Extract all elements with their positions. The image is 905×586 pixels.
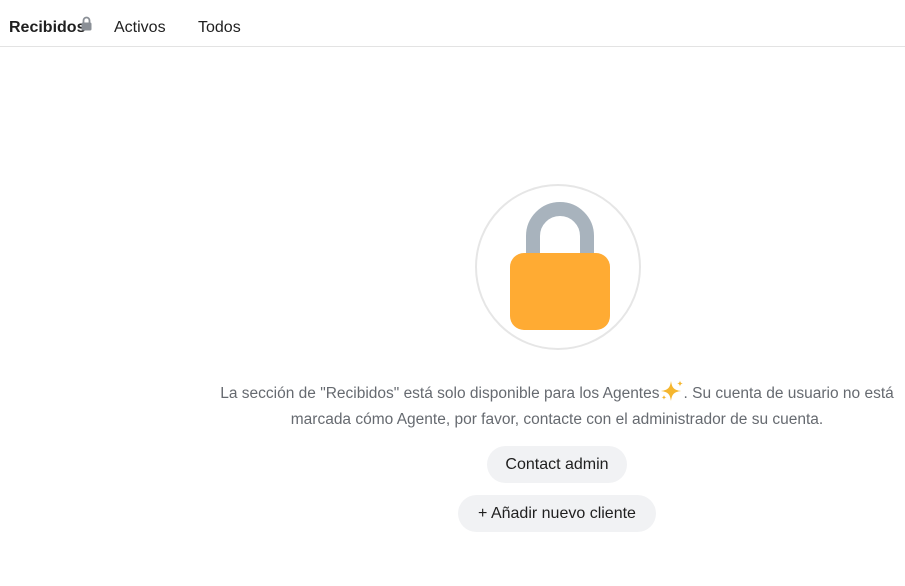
contact-admin-button[interactable]: Contact admin	[487, 446, 627, 483]
message-text-part1: La sección de "Recibidos" está solo disp…	[220, 385, 660, 402]
padlock-illustration	[475, 184, 641, 350]
lock-icon	[81, 16, 92, 31]
agents-only-message: La sección de "Recibidos" está solo disp…	[220, 380, 894, 433]
sparkles-icon	[660, 380, 684, 402]
tab-todos[interactable]: Todos	[198, 19, 241, 37]
add-new-client-button[interactable]: + Añadir nuevo cliente	[458, 495, 656, 532]
padlock-icon	[510, 202, 610, 330]
tab-bar: Recibidos Activos Todos	[0, 0, 905, 47]
tab-recibidos[interactable]: Recibidos	[9, 19, 85, 37]
tab-activos[interactable]: Activos	[114, 19, 166, 37]
